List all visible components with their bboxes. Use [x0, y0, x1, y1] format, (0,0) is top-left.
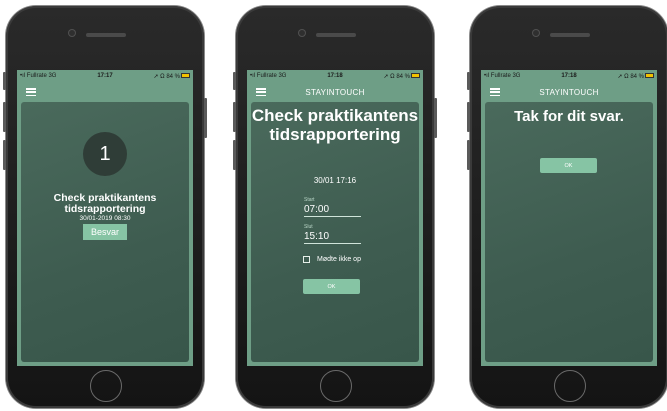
front-camera — [532, 29, 540, 37]
status-time: 17:17 — [97, 73, 113, 79]
form-title: Check praktikantens tidsrapportering — [251, 106, 419, 144]
confirmation-card: Tak for dit svar. OK — [485, 102, 653, 362]
earpiece-speaker — [316, 33, 356, 37]
notification-count-badge: 1 — [83, 132, 127, 176]
volume-down-button — [233, 140, 236, 170]
screen: •ıl Fullrate 3G 17:17 ➚ Ω 84 % 1 Check p… — [17, 70, 193, 366]
home-button[interactable] — [90, 370, 122, 402]
mute-switch — [467, 72, 470, 90]
earpiece-speaker — [550, 33, 590, 37]
confirmation-message: Tak for dit svar. — [514, 108, 624, 125]
headphones-icon: Ω — [390, 73, 395, 80]
status-time: 17:18 — [327, 73, 343, 79]
status-bar: •ıl Fullrate 3G 17:17 ➚ Ω 84 % — [17, 70, 193, 82]
location-icon: ➚ — [383, 73, 389, 80]
power-button — [204, 98, 207, 138]
volume-down-button — [3, 140, 6, 170]
mute-switch — [233, 72, 236, 90]
menu-icon[interactable] — [490, 88, 500, 97]
phone-confirmation: •ıl Fullrate 3G 17:18 ➚ Ω 84 % STAYINTOU… — [467, 6, 667, 408]
top-bar — [17, 82, 193, 102]
home-button[interactable] — [320, 370, 352, 402]
answer-button[interactable]: Besvar — [83, 224, 127, 240]
signal-icon: •ıl Fullrate 3G — [484, 73, 521, 79]
menu-icon[interactable] — [256, 88, 266, 97]
notification-card: 1 Check praktikantens tidsrapportering 3… — [21, 102, 189, 362]
status-bar: •ıl Fullrate 3G 17:18 ➚ Ω 84 % — [247, 70, 423, 82]
headphones-icon: Ω — [624, 73, 629, 80]
location-icon: ➚ — [153, 73, 159, 80]
menu-icon[interactable] — [26, 88, 36, 97]
notification-title: Check praktikantens tidsrapportering — [53, 192, 157, 215]
front-camera — [298, 29, 306, 37]
no-show-checkbox[interactable] — [303, 256, 310, 263]
carrier-label: Fullrate 3G — [26, 73, 57, 79]
notification-datetime: 30/01-2019 08:30 — [79, 215, 131, 222]
ok-button[interactable]: OK — [303, 279, 360, 294]
screen: •ıl Fullrate 3G 17:18 ➚ Ω 84 % STAYINTOU… — [481, 70, 657, 366]
battery-label: 84 % — [396, 73, 411, 80]
volume-down-button — [467, 140, 470, 170]
volume-up-button — [233, 102, 236, 132]
power-button — [434, 98, 437, 138]
location-icon: ➚ — [617, 73, 623, 80]
mute-switch — [3, 72, 6, 90]
status-bar: •ıl Fullrate 3G 17:18 ➚ Ω 84 % — [481, 70, 657, 82]
end-time-input[interactable]: 15:10 — [304, 231, 361, 244]
battery-icon — [645, 73, 655, 79]
form-datetime: 30/01 17:16 — [313, 176, 357, 185]
carrier-label: Fullrate 3G — [490, 73, 521, 79]
start-time-input[interactable]: 07:00 — [304, 204, 361, 217]
headphones-icon: Ω — [160, 73, 165, 80]
carrier-label: Fullrate 3G — [256, 73, 287, 79]
signal-icon: •ıl Fullrate 3G — [20, 73, 57, 79]
start-label: Start — [304, 197, 315, 203]
home-button[interactable] — [554, 370, 586, 402]
ok-button[interactable]: OK — [540, 158, 597, 173]
front-camera — [68, 29, 76, 37]
no-show-label: Mødte ikke op — [317, 256, 361, 263]
time-report-card: Check praktikantens tidsrapportering 30/… — [251, 102, 419, 362]
status-time: 17:18 — [561, 73, 577, 79]
phone-notification: •ıl Fullrate 3G 17:17 ➚ Ω 84 % 1 Check p… — [3, 6, 207, 408]
brand-title: STAYINTOUCH — [539, 87, 599, 97]
top-bar: STAYINTOUCH — [247, 82, 423, 102]
battery-label: 84 % — [166, 73, 181, 80]
volume-up-button — [467, 102, 470, 132]
earpiece-speaker — [86, 33, 126, 37]
brand-title: STAYINTOUCH — [305, 87, 365, 97]
phone-time-report-form: •ıl Fullrate 3G 17:18 ➚ Ω 84 % STAYINTOU… — [233, 6, 437, 408]
end-label: Slut — [304, 224, 313, 230]
top-bar: STAYINTOUCH — [481, 82, 657, 102]
signal-icon: •ıl Fullrate 3G — [250, 73, 287, 79]
volume-up-button — [3, 102, 6, 132]
battery-icon — [181, 73, 191, 79]
battery-icon — [411, 73, 421, 79]
screen: •ıl Fullrate 3G 17:18 ➚ Ω 84 % STAYINTOU… — [247, 70, 423, 366]
battery-label: 84 % — [630, 73, 645, 80]
